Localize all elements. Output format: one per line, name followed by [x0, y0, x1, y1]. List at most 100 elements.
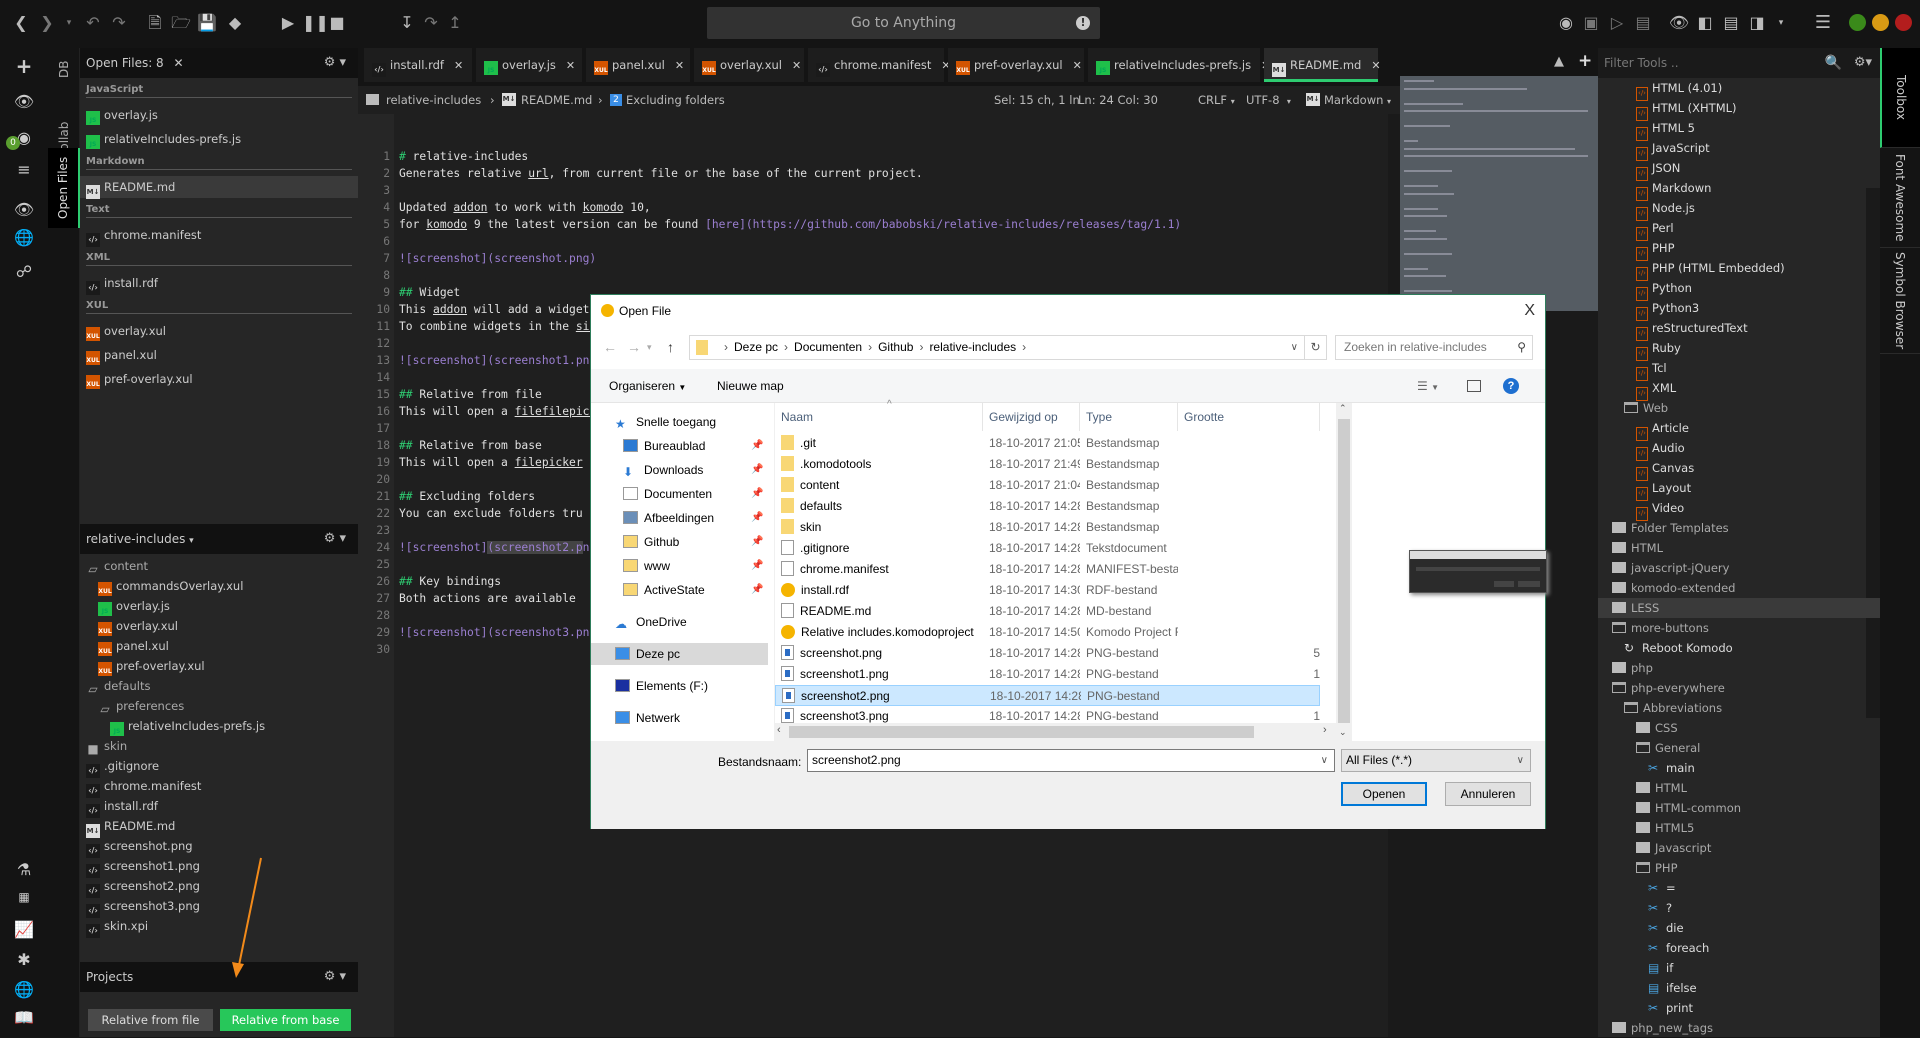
organize-menu[interactable]: Organiseren ▼ — [609, 369, 686, 405]
tree-file[interactable]: ‹/› install.rdf — [86, 796, 158, 818]
path-segment[interactable]: relative-includes — [929, 340, 1016, 354]
file-row[interactable]: defaults 18-10-2017 14:28 Bestandsmap — [775, 496, 1320, 517]
file-row[interactable]: screenshot2.png 18-10-2017 14:28 PNG-besta… — [775, 685, 1320, 706]
column-header-gewijzigd-op[interactable]: Gewijzigd op — [983, 403, 1080, 431]
history-dropdown-icon[interactable]: ▾ — [58, 12, 80, 34]
code-line[interactable]: 12 — [358, 335, 399, 352]
toolbox-folder[interactable]: komodo-extended — [1612, 578, 1735, 598]
open-file-item[interactable]: XUL pref-overlay.xul — [80, 368, 358, 390]
nav-forward-icon[interactable]: → — [627, 339, 641, 355]
scroll-down-icon[interactable]: ⌄ — [1339, 727, 1347, 738]
code-line[interactable]: 7 ![screenshot](screenshot.png) — [358, 250, 596, 267]
file-row[interactable]: skin 18-10-2017 14:28 Bestandsmap — [775, 517, 1320, 538]
toolbox-item[interactable]: ‹/› Python3 — [1636, 298, 1699, 321]
column-header-naam[interactable]: Naam — [775, 403, 983, 431]
file-row[interactable]: .komodotools 18-10-2017 21:49 Bestandsmap — [775, 454, 1320, 475]
toolbox-item[interactable]: ‹/› HTML (4.01) — [1636, 78, 1722, 101]
open-button[interactable]: Openen — [1341, 782, 1427, 806]
toolbox-folder[interactable]: CSS — [1636, 718, 1678, 738]
view-options-icon[interactable]: ☰ ▼ — [1417, 369, 1439, 405]
tree-folder[interactable]: ■ skin — [86, 736, 127, 756]
toolbox-item[interactable]: ‹/› XML — [1636, 378, 1676, 401]
code-line[interactable]: 26 ## Key bindings — [358, 573, 501, 590]
toolbox-folder[interactable]: Folder Templates — [1612, 518, 1729, 538]
git-icon[interactable]: ◆ — [224, 12, 246, 34]
toolbox-item[interactable]: ✂? — [1648, 898, 1672, 918]
toolbox-folder[interactable]: Abbreviations — [1624, 698, 1722, 718]
toolbox-item[interactable]: ‹/› Tcl — [1636, 358, 1667, 381]
toolbox-scrollbar[interactable] — [1866, 188, 1880, 718]
code-line[interactable]: 18 ## Relative from base — [358, 437, 541, 454]
code-line[interactable]: 30 — [358, 641, 399, 658]
new-file-icon[interactable]: 🗎 — [144, 12, 166, 34]
toggle-left-pane-icon[interactable]: ◧ — [1694, 12, 1716, 34]
project-pane-icon[interactable]: ▲ — [1554, 54, 1564, 69]
toolbox-item[interactable]: ‹/› reStructuredText — [1636, 318, 1748, 341]
stop-icon[interactable]: ■ — [326, 12, 348, 34]
code-line[interactable]: 20 — [358, 471, 399, 488]
toolbox-folder[interactable]: javascript-jQuery — [1612, 558, 1729, 578]
minimap-viewport[interactable] — [1400, 76, 1598, 311]
breadcrumb-file[interactable]: README.md — [521, 86, 592, 114]
code-line[interactable]: 23 — [358, 522, 399, 539]
scroll-up-icon[interactable]: ⌃ — [1339, 403, 1347, 414]
tree-file[interactable]: XUL pref-overlay.xul — [98, 656, 205, 676]
toolbox-folder[interactable]: PHP — [1636, 858, 1678, 878]
code-line[interactable]: 9 ## Widget — [358, 284, 460, 301]
new-folder-button[interactable]: Nieuwe map — [717, 369, 784, 403]
tree-file[interactable]: M↓ README.md — [86, 816, 175, 838]
tree-folder[interactable]: ▱ preferences — [98, 696, 184, 716]
filename-input[interactable]: screenshot2.png ∨ — [807, 749, 1335, 772]
toolbox-item[interactable]: ↻ Reboot Komodo — [1624, 638, 1733, 658]
relative-from-base-button[interactable]: Relative from base — [220, 1009, 351, 1031]
close-tab-icon[interactable]: ✕ — [1073, 59, 1082, 72]
path-segment[interactable]: Deze pc — [734, 340, 778, 354]
toolbox-item[interactable]: ‹/› Video — [1636, 498, 1684, 521]
open-file-item[interactable]: XUL panel.xul — [80, 344, 358, 366]
code-line[interactable]: 27 Both actions are available — [358, 590, 575, 607]
nav-item-documenten[interactable]: Documenten 📌 — [591, 483, 768, 505]
open-files-settings-icon[interactable]: ⚙ ▾ — [324, 48, 346, 78]
tree-file[interactable]: JS relativeIncludes-prefs.js — [110, 716, 265, 736]
file-row[interactable]: .gitignore 18-10-2017 14:28 Tekstdocument — [775, 538, 1320, 559]
record-macro-icon[interactable]: ◉ — [1555, 12, 1577, 34]
open-file-item[interactable]: ‹/› chrome.manifest — [80, 224, 358, 247]
unit-test-flask-icon[interactable]: ⚗ — [12, 860, 36, 882]
toolbox-item[interactable]: ✂ main — [1648, 758, 1695, 778]
minimize-button[interactable] — [1849, 14, 1866, 31]
dialog-close-button[interactable]: X — [1524, 295, 1535, 327]
line-endings-select[interactable]: CRLF ▾ — [1198, 86, 1235, 116]
file-type-select[interactable]: All Files (*.*) ∨ — [1341, 749, 1531, 772]
http-inspector-globe-icon[interactable]: 🌐 — [12, 980, 36, 1002]
tree-file[interactable]: XUL panel.xul — [98, 636, 169, 656]
tab-open-files[interactable]: Open Files — [48, 148, 80, 228]
code-line[interactable]: 13 ![screenshot](screenshot1.png) — [358, 352, 603, 369]
code-line[interactable]: 15 ## Relative from file — [358, 386, 541, 403]
toolbox-item[interactable]: ‹/› PHP — [1636, 238, 1675, 261]
code-line[interactable]: 14 — [358, 369, 399, 386]
code-line[interactable]: 24 ![screenshot](screenshot2.png) — [358, 539, 603, 556]
preview-pane-icon[interactable] — [1467, 380, 1481, 392]
toolbox-item[interactable]: ‹/› Node.js — [1636, 198, 1695, 221]
project-title[interactable]: relative-includes — [86, 532, 185, 546]
menu-icon[interactable]: ☰ — [1812, 12, 1834, 34]
nav-item-elements-f-[interactable]: Elements (F:) — [591, 675, 768, 697]
toolbox-item[interactable]: ‹/› Audio — [1636, 438, 1685, 461]
editor-tab[interactable]: M↓ README.md ✕ — [1264, 48, 1381, 82]
tree-file[interactable]: XUL commandsOverlay.xul — [98, 576, 243, 596]
breadcrumb-section[interactable]: Excluding folders — [626, 86, 725, 114]
recent-locations-icon[interactable]: ▾ — [647, 342, 652, 353]
code-line[interactable]: 21 ## Excluding folders — [358, 488, 535, 505]
toolbox-folder[interactable]: General — [1636, 738, 1700, 758]
filename-dropdown-icon[interactable]: ∨ — [1321, 750, 1328, 771]
code-line[interactable]: 4 Updated addon to work with komodo 10, — [358, 199, 651, 216]
toolbox-folder[interactable]: HTML5 — [1636, 818, 1694, 838]
project-settings-icon[interactable]: ⚙ ▾ — [324, 524, 346, 554]
toolbox-folder[interactable]: HTML — [1636, 778, 1687, 798]
scroll-right-icon[interactable]: › — [1323, 724, 1327, 736]
add-icon[interactable]: + — [12, 54, 36, 78]
open-file-item[interactable]: ‹/› install.rdf — [80, 272, 358, 295]
nav-item-afbeeldingen[interactable]: Afbeeldingen 📌 — [591, 507, 768, 529]
save-macro-icon[interactable]: ▤ — [1632, 12, 1654, 34]
pane-splitter[interactable] — [768, 403, 775, 741]
